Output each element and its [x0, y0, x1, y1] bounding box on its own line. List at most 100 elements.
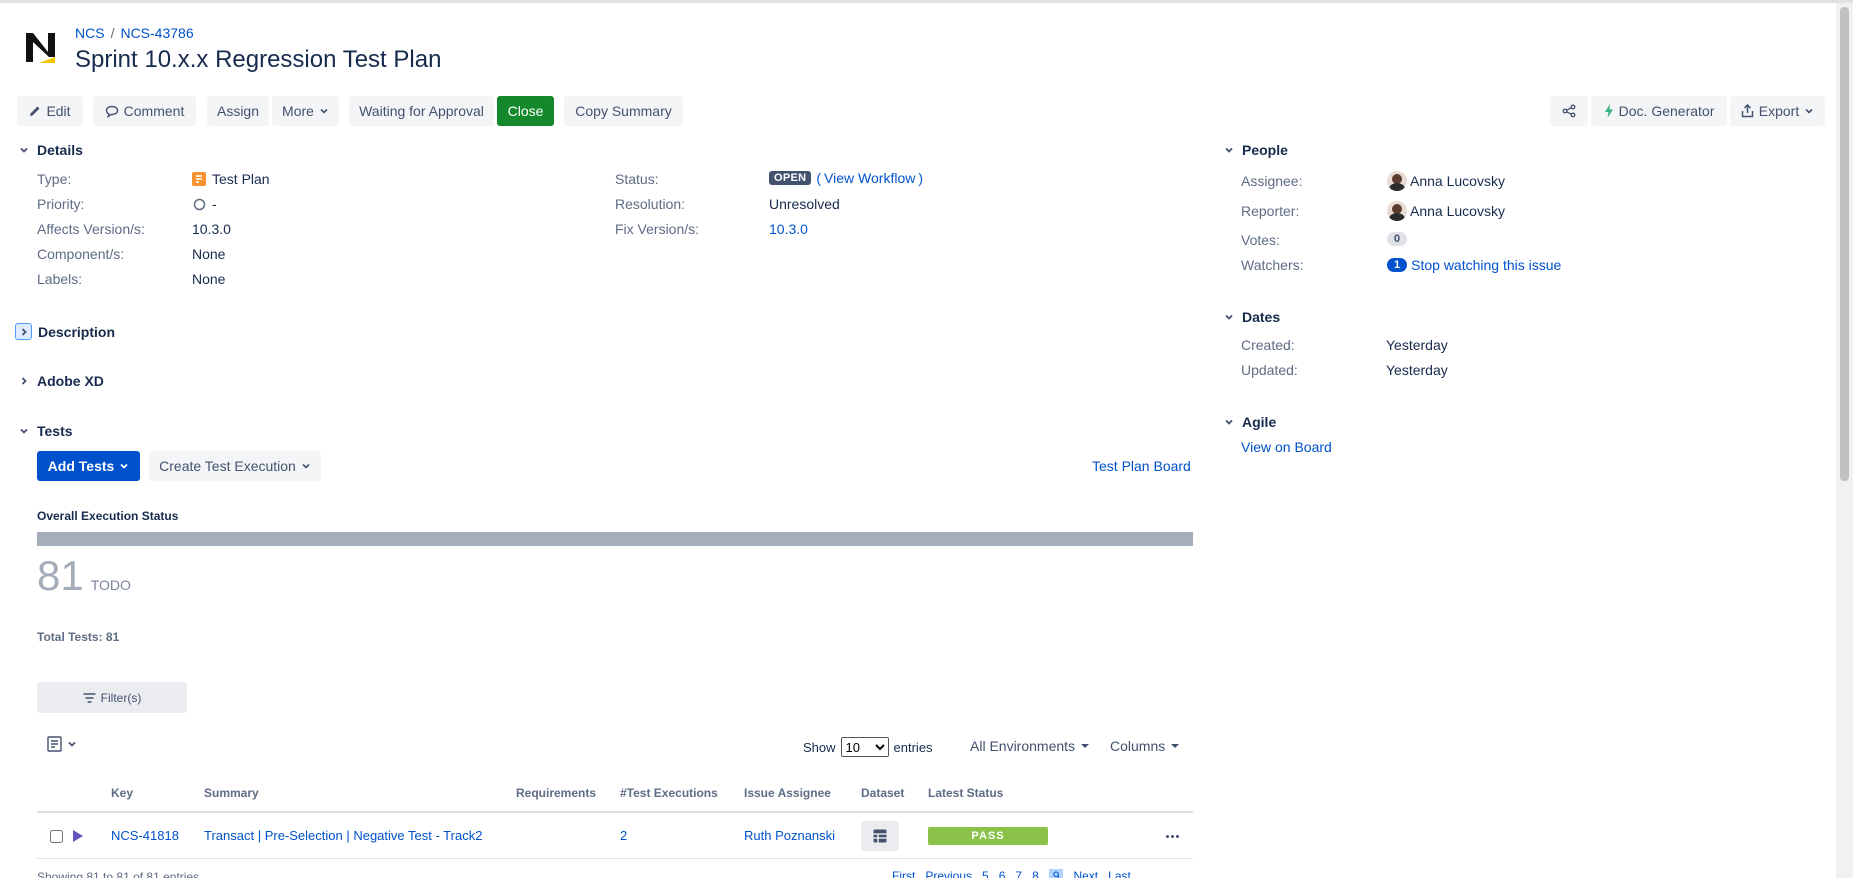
votes-value[interactable]: 0	[1387, 232, 1408, 246]
type-label: Type:	[37, 171, 72, 187]
breadcrumb-project-link[interactable]: NCS	[75, 25, 105, 41]
add-tests-button[interactable]: Add Tests	[37, 451, 140, 481]
scrollbar-thumb[interactable]	[1840, 7, 1849, 481]
status-label: Status:	[615, 171, 659, 187]
fix-version-link[interactable]: 10.3.0	[769, 221, 808, 237]
environments-dropdown[interactable]: All Environments	[970, 738, 1090, 754]
pagination-item[interactable]: 5	[982, 869, 989, 878]
doc-generator-button[interactable]: Doc. Generator	[1591, 96, 1727, 126]
breadcrumb-issue-link[interactable]: NCS-43786	[120, 25, 193, 41]
pagination-item[interactable]: First	[892, 869, 915, 878]
details-section-toggle[interactable]: Details	[17, 142, 83, 158]
execution-progress-bar[interactable]	[37, 532, 1193, 546]
column-header-assignee[interactable]: Issue Assignee	[744, 786, 831, 800]
entries-per-page-select[interactable]: 10	[840, 737, 889, 757]
description-section-toggle[interactable]: Description	[15, 323, 115, 340]
column-header-key[interactable]: Key	[111, 786, 133, 800]
assign-button-label: Assign	[216, 103, 260, 119]
todo-summary: 81 TODO	[37, 552, 131, 600]
row-more-actions[interactable]	[1166, 827, 1179, 838]
waiting-button-label: Waiting for Approval	[359, 103, 484, 119]
people-section-toggle[interactable]: People	[1222, 142, 1288, 158]
pagination-item[interactable]: 6	[999, 869, 1006, 878]
column-header-executions[interactable]: #Test Executions	[620, 786, 718, 800]
chevron-down-icon	[1222, 143, 1236, 157]
column-header-requirements[interactable]: Requirements	[516, 786, 596, 800]
reporter-name: Anna Lucovsky	[1410, 203, 1505, 219]
status-value: OPEN (View Workflow)	[769, 170, 923, 186]
adobe-xd-heading: Adobe XD	[37, 373, 104, 389]
comment-button[interactable]: Comment	[93, 96, 196, 126]
issue-title[interactable]: Sprint 10.x.x Regression Test Plan	[75, 46, 441, 74]
agile-section-toggle[interactable]: Agile	[1222, 414, 1276, 430]
priority-circle-icon	[193, 198, 206, 210]
pencil-icon	[30, 106, 40, 116]
pagination-item[interactable]: Previous	[925, 869, 972, 878]
votes-count-badge: 0	[1387, 232, 1408, 246]
column-header-dataset[interactable]: Dataset	[861, 786, 904, 800]
view-workflow-open-paren: (	[816, 170, 822, 186]
reporter-value[interactable]: Anna Lucovsky	[1387, 201, 1505, 221]
assign-button[interactable]: Assign	[207, 96, 269, 126]
row-key-link[interactable]: NCS-41818	[111, 828, 179, 843]
project-logo-icon[interactable]	[24, 30, 58, 66]
adobe-xd-section-toggle[interactable]: Adobe XD	[17, 373, 104, 389]
watchers-count-badge[interactable]: 1	[1387, 258, 1408, 272]
chevron-down-icon	[17, 143, 31, 157]
export-label: Export	[1758, 103, 1800, 119]
page-scrollbar[interactable]	[1836, 3, 1853, 878]
export-dropdown-button[interactable]: Export	[1730, 96, 1825, 126]
resolution-value: Unresolved	[769, 196, 840, 212]
columns-label: Columns	[1110, 738, 1166, 754]
view-workflow-link[interactable]: View Workflow	[824, 170, 915, 186]
resolution-label: Resolution:	[615, 196, 686, 212]
caret-down-icon	[1171, 744, 1180, 748]
export-icon	[1741, 104, 1754, 118]
view-on-board-link[interactable]: View on Board	[1241, 439, 1332, 455]
test-plan-board-link[interactable]: Test Plan Board	[1092, 458, 1191, 474]
filters-button[interactable]: Filter(s)	[37, 682, 187, 713]
dataset-button[interactable]	[861, 821, 899, 851]
pagination-item[interactable]: 8	[1032, 869, 1039, 878]
pagination-item[interactable]: Next	[1073, 869, 1098, 878]
more-dropdown-button[interactable]: More	[272, 96, 339, 126]
table-footer-info: Showing 81 to 81 of 81 entries	[37, 870, 200, 878]
create-test-execution-button[interactable]: Create Test Execution	[149, 451, 321, 481]
show-entries: Show 10 entries	[803, 737, 933, 757]
row-select-checkbox[interactable]	[50, 830, 63, 843]
affects-version-value[interactable]: 10.3.0	[192, 221, 231, 237]
updated-value: Yesterday	[1386, 362, 1448, 378]
entries-label: entries	[893, 739, 933, 755]
column-header-summary[interactable]: Summary	[204, 786, 259, 800]
create-execution-label: Create Test Execution	[159, 458, 296, 474]
column-header-latest-status[interactable]: Latest Status	[928, 786, 1003, 800]
todo-label: TODO	[90, 577, 131, 593]
assignee-value[interactable]: Anna Lucovsky	[1387, 171, 1505, 191]
pagination-item[interactable]: 7	[1015, 869, 1022, 878]
close-button[interactable]: Close	[497, 96, 554, 126]
play-icon[interactable]	[72, 829, 84, 843]
dates-section-toggle[interactable]: Dates	[1222, 309, 1280, 325]
row-assignee-link[interactable]: Ruth Poznanski	[744, 828, 835, 843]
row-executions-link[interactable]: 2	[620, 828, 627, 843]
description-heading: Description	[38, 323, 116, 340]
created-value: Yesterday	[1386, 337, 1448, 353]
share-icon	[1562, 104, 1576, 118]
copy-summary-button[interactable]: Copy Summary	[564, 96, 683, 126]
filter-icon	[83, 692, 96, 703]
stop-watching-link[interactable]: Stop watching this issue	[1411, 257, 1561, 273]
pagination-item[interactable]: Last	[1108, 869, 1131, 878]
reporter-avatar	[1387, 201, 1407, 221]
assignee-name: Anna Lucovsky	[1410, 173, 1505, 189]
pagination-item[interactable]: 9	[1048, 869, 1064, 878]
row-options-menu[interactable]	[47, 736, 77, 752]
waiting-for-approval-button[interactable]: Waiting for Approval	[349, 96, 494, 126]
share-button[interactable]	[1550, 96, 1588, 126]
tests-section-toggle[interactable]: Tests	[17, 423, 73, 439]
doc-generator-label: Doc. Generator	[1618, 103, 1715, 119]
columns-dropdown[interactable]: Columns	[1110, 738, 1180, 754]
more-button-label: More	[282, 103, 314, 119]
priority-value: -	[193, 196, 217, 212]
row-summary-link[interactable]: Transact | Pre-Selection | Negative Test…	[204, 828, 482, 843]
edit-button[interactable]: Edit	[17, 96, 83, 126]
